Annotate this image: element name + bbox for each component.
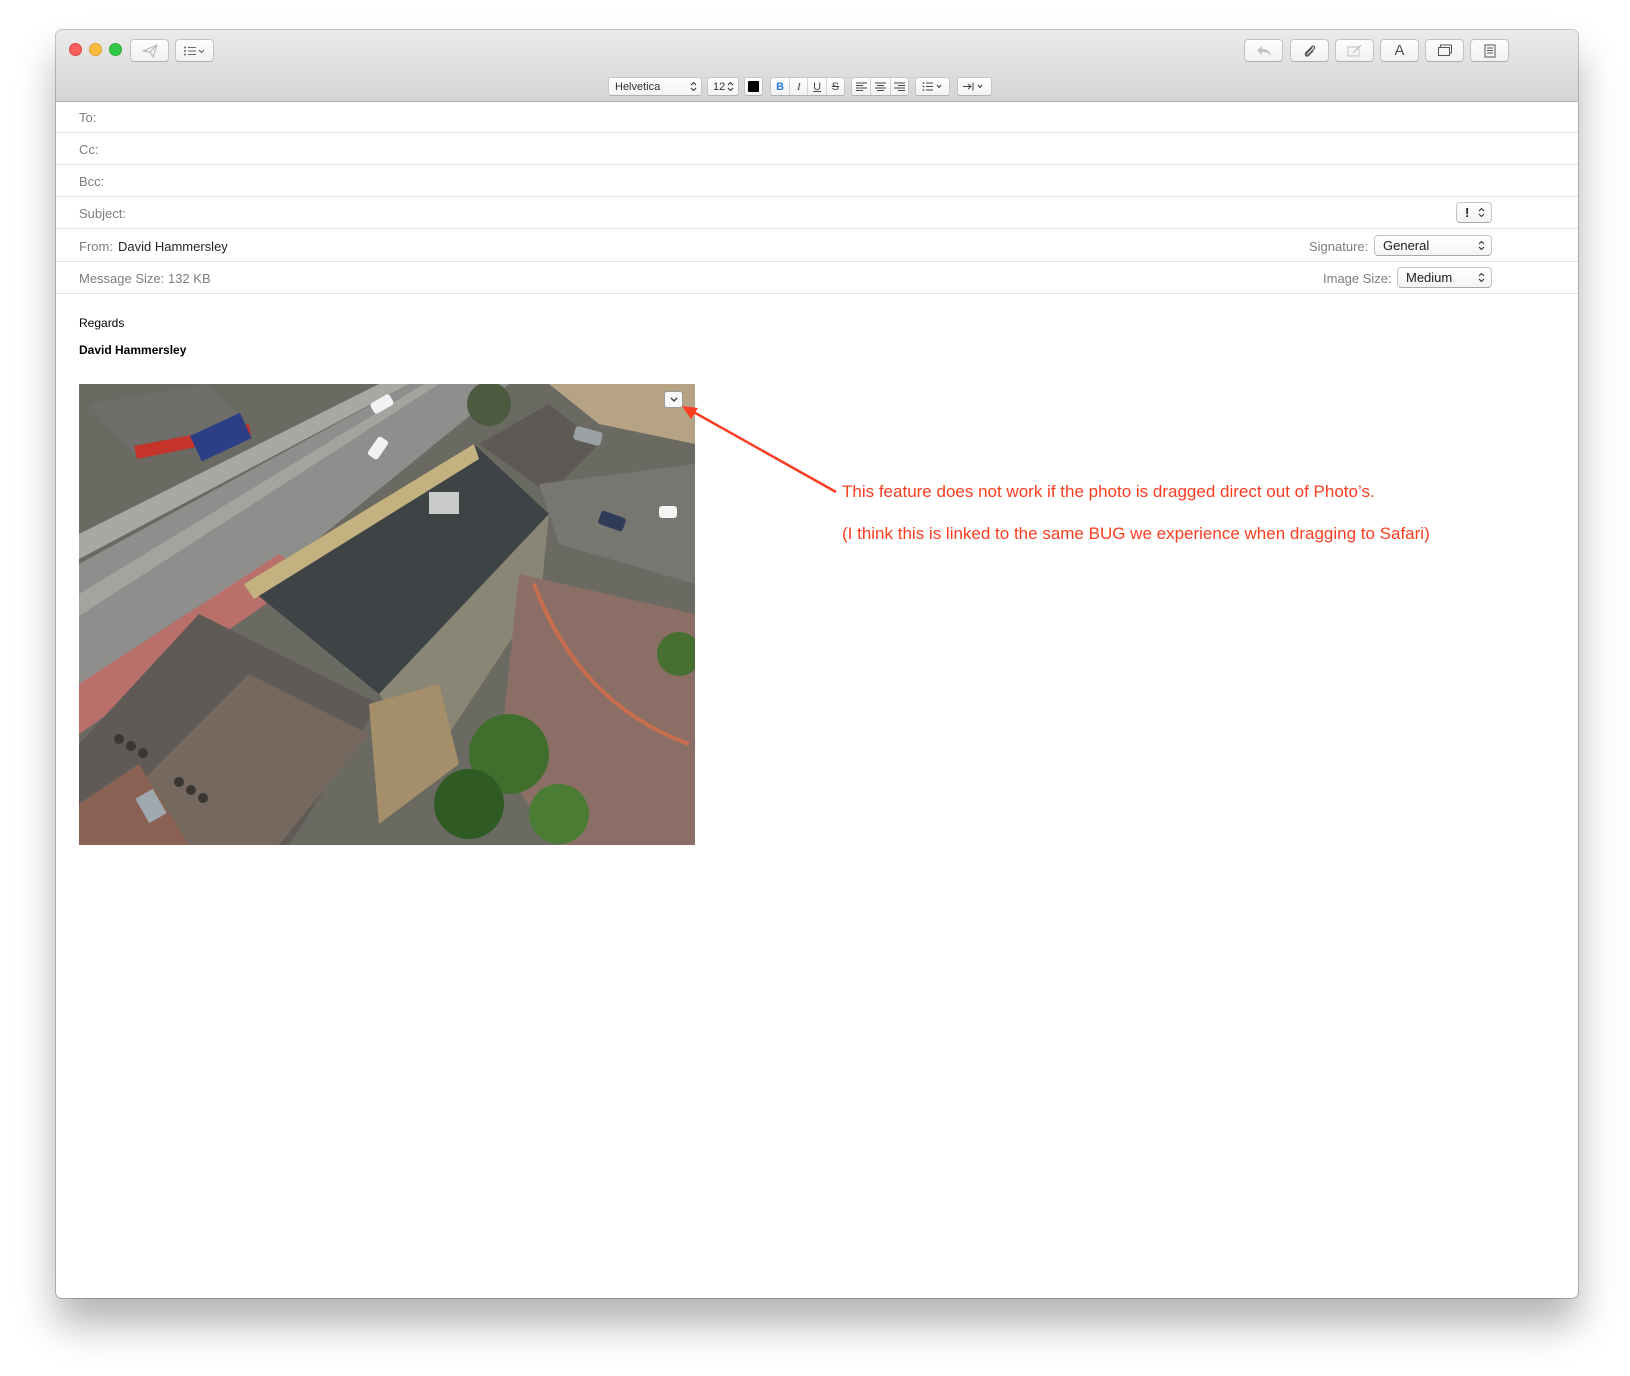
list-style-popup[interactable] [915, 77, 950, 96]
bcc-label: Bcc: [79, 174, 105, 189]
font-size-popup[interactable]: 12 [707, 77, 739, 96]
align-left-button[interactable] [852, 78, 872, 95]
from-row: From: David Hammersley Signature: Genera… [56, 229, 1578, 262]
stationery-icon [1484, 44, 1495, 57]
annotation-line-2: (I think this is linked to the same BUG … [842, 524, 1430, 543]
cc-label: Cc: [79, 142, 99, 157]
subject-label: Subject: [79, 206, 126, 221]
italic-button[interactable]: I [790, 78, 809, 95]
compose-window: A Helvetica 12 B I U S To: Cc: Bcc: Subj… [56, 30, 1578, 1298]
minimize-window-button[interactable] [89, 43, 102, 56]
from-value[interactable]: David Hammersley [118, 239, 228, 254]
strikethrough-button[interactable]: S [827, 78, 844, 95]
cc-field[interactable]: Cc: [56, 133, 1578, 165]
paperclip-icon [1304, 44, 1315, 57]
align-left-icon [855, 82, 867, 91]
annotation-arrow [682, 406, 837, 494]
stationery-button[interactable] [1470, 39, 1509, 62]
align-center-button[interactable] [871, 78, 891, 95]
format-fonts-button[interactable]: A [1380, 39, 1419, 62]
updown-arrows-icon [1478, 207, 1485, 218]
updown-arrows-icon [727, 81, 734, 92]
reply-button[interactable] [1244, 39, 1283, 62]
image-size-popup[interactable]: Medium [1397, 267, 1492, 288]
list-icon [183, 46, 204, 55]
bold-button[interactable]: B [771, 78, 791, 95]
aerial-street-photo [79, 384, 695, 845]
image-size-value: Medium [1406, 270, 1453, 285]
updown-arrows-icon [1478, 240, 1485, 251]
align-center-icon [874, 82, 886, 91]
markup-button[interactable] [1335, 39, 1374, 62]
send-button[interactable] [130, 39, 169, 62]
subject-field[interactable]: Subject: ! [56, 197, 1578, 229]
text-color-well[interactable] [744, 77, 763, 96]
font-family-value: Helvetica [615, 80, 661, 93]
align-right-icon [893, 82, 905, 91]
attach-button[interactable] [1290, 39, 1329, 62]
to-label: To: [79, 110, 97, 125]
signature-label: Signature: [1309, 239, 1369, 254]
reply-icon [1256, 45, 1271, 56]
image-size-label: Image Size: [1323, 271, 1392, 286]
to-field[interactable]: To: [56, 101, 1578, 133]
toolbar: A Helvetica 12 B I U S [56, 30, 1578, 102]
message-size-label: Message Size: [79, 271, 165, 286]
signature-popup[interactable]: General [1374, 235, 1492, 256]
zoom-window-button[interactable] [109, 43, 122, 56]
text-style-group: B I U S [770, 77, 845, 96]
from-label: From: [79, 239, 113, 254]
font-size-value: 12 [713, 80, 726, 93]
signature-name: David Hammersley [79, 343, 187, 357]
align-right-button[interactable] [891, 78, 908, 95]
indent-popup[interactable] [957, 77, 992, 96]
message-size-value: 132 KB [168, 271, 211, 286]
paper-plane-icon [141, 43, 158, 58]
signature-value: General [1383, 238, 1430, 253]
bcc-field[interactable]: Bcc: [56, 165, 1578, 197]
updown-arrows-icon [1478, 272, 1485, 283]
header-fields-button[interactable] [175, 39, 214, 62]
photo-browser-button[interactable] [1425, 39, 1464, 62]
annotation-line-1: This feature does not work if the photo … [842, 482, 1375, 501]
photo-browser-icon [1437, 44, 1452, 56]
priority-popup[interactable]: ! [1456, 202, 1492, 223]
alignment-group [851, 77, 909, 96]
inline-photo[interactable] [79, 384, 695, 845]
message-size-row: Message Size: 132 KB Image Size: Medium [56, 262, 1578, 294]
bullet-list-icon [922, 82, 941, 91]
indent-icon [962, 82, 982, 91]
format-bar: Helvetica 12 B I U S [56, 77, 1578, 96]
updown-arrows-icon [690, 81, 697, 92]
color-swatch [748, 81, 759, 92]
close-window-button[interactable] [69, 43, 82, 56]
underline-button[interactable]: U [808, 78, 827, 95]
font-family-popup[interactable]: Helvetica [608, 77, 702, 96]
markup-icon [1347, 44, 1361, 57]
regards-text: Regards [79, 316, 125, 330]
priority-value: ! [1465, 205, 1470, 220]
font-icon: A [1394, 42, 1405, 59]
